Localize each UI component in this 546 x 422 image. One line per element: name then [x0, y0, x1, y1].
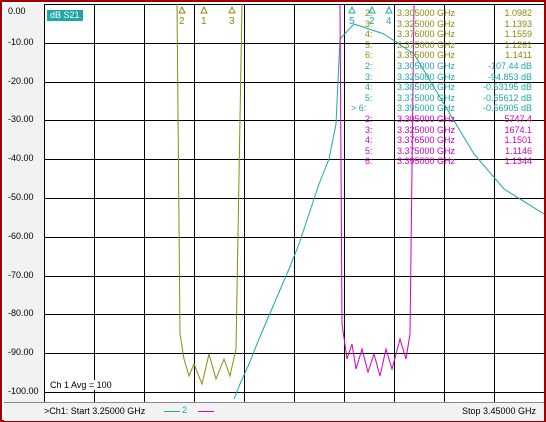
- marker-number: 3: [229, 16, 235, 27]
- marker-index: 4:: [365, 29, 373, 40]
- marker-index: 3:: [365, 124, 373, 135]
- footer-trace-line-magenta: [198, 411, 214, 412]
- marker-number: 2: [179, 16, 185, 27]
- y-tick-label: -100.00: [8, 386, 39, 396]
- marker-frequency: 3.395000 GHz: [397, 156, 456, 167]
- average-readout: Ch 1 Avg = 100: [48, 380, 114, 390]
- marker-frequency: 3.376500 GHz: [397, 135, 456, 146]
- footer-trace-line-cyan: [164, 411, 180, 412]
- marker-index: > 6:: [351, 103, 367, 114]
- marker-number: 1: [201, 16, 207, 27]
- y-tick-label: -20.00: [8, 75, 34, 86]
- plot-area[interactable]: 213524: [44, 4, 544, 402]
- marker-frequency: 3.395000 GHz: [397, 103, 456, 114]
- marker-index: 4:: [365, 82, 373, 93]
- stop-frequency: Stop 3.45000 GHz: [461, 406, 536, 416]
- marker-index: 6:: [365, 156, 373, 167]
- marker-value: 1.1146: [505, 145, 532, 156]
- marker-value: -94.853 dB: [487, 71, 532, 82]
- marker-triangle: [178, 5, 186, 14]
- marker-number: 4: [386, 16, 392, 27]
- marker-value: 1.1559: [504, 29, 532, 40]
- y-tick-label: 0.00: [8, 6, 26, 16]
- marker-value: 1.1411: [505, 50, 532, 61]
- marker-value: 1.1393: [504, 18, 532, 29]
- marker-value: 1.1501: [504, 135, 532, 146]
- marker-value: -0.56905 dB: [482, 103, 532, 114]
- grid: [44, 4, 544, 402]
- marker-value: 1.1261: [504, 39, 532, 50]
- marker-index: 5:: [365, 92, 373, 103]
- marker-frequency: 3.375000 GHz: [397, 39, 456, 50]
- marker-triangle: [385, 5, 393, 14]
- start-frequency: >Ch1: Start 3.25000 GHz: [44, 406, 146, 416]
- marker-value: 1674.1: [504, 124, 532, 135]
- marker-index: 3:: [365, 18, 373, 29]
- marker-triangle: [200, 5, 208, 14]
- marker-frequency: 3.325000 GHz: [397, 18, 456, 29]
- marker-frequency: 3.376000 GHz: [397, 29, 456, 40]
- trace-label-badge[interactable]: dB S21: [47, 10, 83, 21]
- marker-frequency: 3.375000 GHz: [397, 145, 456, 156]
- y-tick-label: -50.00: [8, 192, 34, 202]
- marker-frequency: 3.395000 GHz: [397, 50, 456, 61]
- y-tick-label: -30.00: [8, 114, 34, 125]
- marker-index: 2:: [365, 114, 373, 124]
- marker-frequency: 3.305000 GHz: [397, 61, 456, 71]
- marker-frequency: 3.325000 GHz: [397, 124, 456, 135]
- marker-triangle: [228, 5, 236, 14]
- marker-index: 2:: [365, 61, 373, 71]
- marker-value: -107.44 dB: [487, 61, 532, 71]
- marker-value: 1.0982: [504, 8, 532, 18]
- marker-value: -0.53195 dB: [482, 82, 532, 93]
- marker-index: 4:: [365, 135, 373, 146]
- y-tick-label: -10.00: [8, 36, 34, 47]
- trace-s21-olive: [176, 4, 243, 386]
- marker-frequency: 3.325000 GHz: [397, 71, 456, 82]
- y-tick-label: -90.00: [8, 347, 34, 358]
- marker-number: 5: [349, 16, 355, 27]
- marker-index: 5:: [365, 145, 373, 156]
- marker-value: 1.1344: [504, 156, 532, 167]
- markers: 213524: [178, 5, 393, 27]
- marker-frequency: 3.375000 GHz: [397, 92, 456, 103]
- marker-index: 3:: [365, 71, 373, 82]
- y-axis: 0.00 -10.00 -20.00 -30.00 -40.00 -50.00 -60.00…: [4, 4, 44, 402]
- marker-frequency: 3.385000 GHz: [397, 82, 456, 93]
- marker-index: 6:: [365, 50, 373, 61]
- marker-value: 5747.4: [504, 114, 532, 124]
- marker-index: 5:: [365, 39, 373, 50]
- y-tick-label: -60.00: [8, 230, 34, 241]
- status-footer: >Ch1: Start 3.25000 GHz 2 Stop 3.45000 G…: [4, 402, 544, 421]
- marker-frequency: 3.305000 GHz: [397, 8, 456, 18]
- y-tick-label: -80.00: [8, 308, 34, 319]
- marker-index: 2:: [365, 8, 373, 18]
- marker-frequency: 3.305000 GHz: [397, 114, 456, 124]
- marker-value: -0.65612 dB: [482, 92, 532, 103]
- y-tick-label: -70.00: [8, 269, 34, 280]
- marker-triangle: [348, 5, 356, 14]
- y-tick-label: -40.00: [8, 153, 34, 164]
- analyzer-window: 0.00 -10.00 -20.00 -30.00 -40.00 -50.00 -60.00…: [0, 0, 546, 422]
- footer-marker-label: 2: [182, 405, 188, 415]
